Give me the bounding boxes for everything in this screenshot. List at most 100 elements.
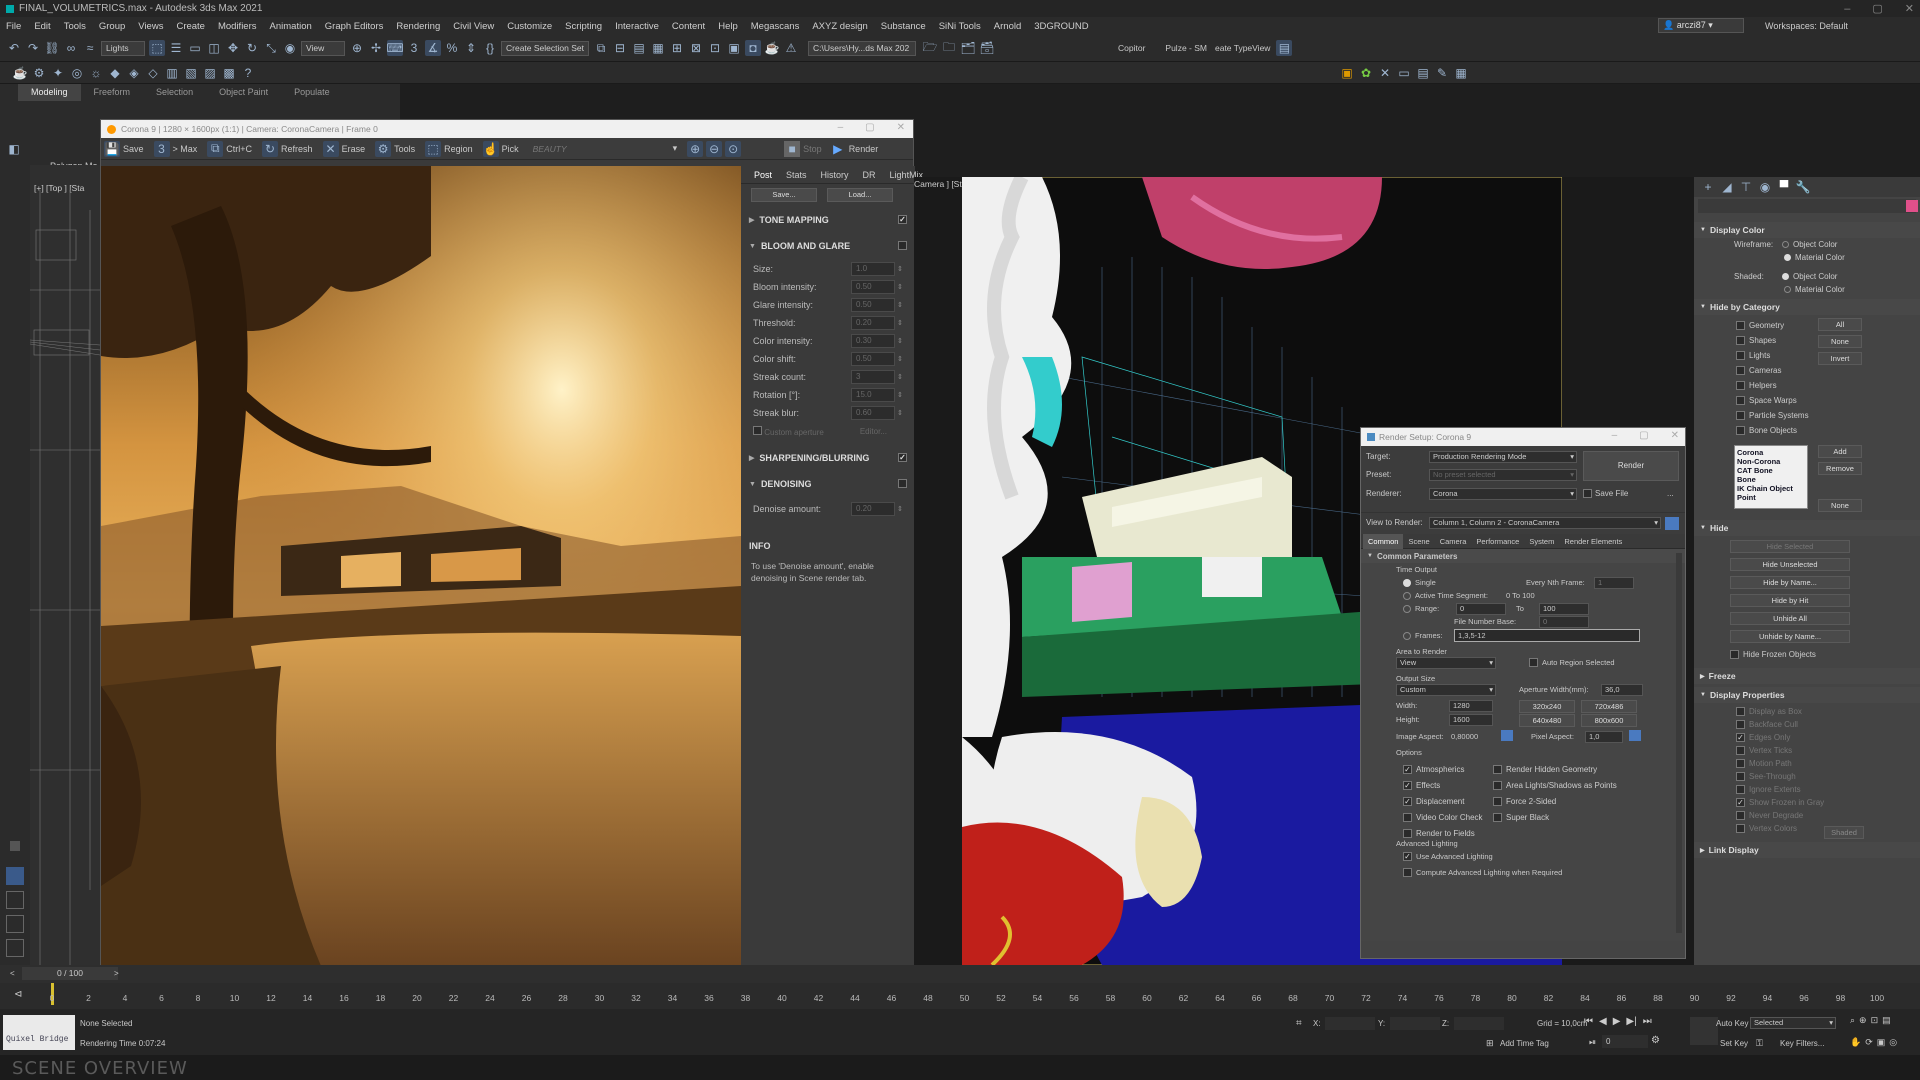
window-crossing-icon[interactable]: ◫: [206, 40, 222, 56]
compute-advanced-lighting-checkbox[interactable]: Compute Advanced Lighting when Required: [1403, 868, 1562, 877]
track-bar[interactable]: ⊲ 0 2 4 6 8 10 12 14 16 18 20 22 24 26 28 30 32 34 36 38 40 4…: [0, 983, 1920, 1009]
rollout-hide-by-category[interactable]: ▼ Hide by Category: [1694, 299, 1920, 315]
vfb-maximize-icon[interactable]: ▢: [865, 122, 874, 133]
height-spinner[interactable]: 1600: [1449, 714, 1493, 726]
category-invert-button[interactable]: Invert: [1818, 352, 1862, 365]
key-icon[interactable]: ⚿: [1756, 1038, 1763, 1049]
vertex-colors-shaded-button[interactable]: Shaded: [1824, 826, 1864, 839]
spinner-arrows-icon[interactable]: ⇕: [897, 319, 903, 327]
vfb-tab-post[interactable]: Post: [747, 170, 779, 180]
option-atmospherics-checkbox[interactable]: ✓ Atmospherics: [1403, 761, 1483, 777]
rs-tab-performance[interactable]: Performance: [1471, 534, 1524, 549]
vfb-stop-button[interactable]: Stop: [803, 144, 822, 154]
material-lib-icon[interactable]: ▨: [202, 65, 218, 81]
option-effects-checkbox[interactable]: ✓ Effects: [1403, 777, 1483, 793]
hide-button[interactable]: Hide Selected: [1730, 540, 1850, 553]
curve-editor-icon[interactable]: ⊞: [669, 40, 685, 56]
bloom-param-spinner[interactable]: 1.0: [851, 262, 895, 276]
frames-radio[interactable]: Frames:: [1403, 631, 1443, 640]
ribbon-tab-selection[interactable]: Selection: [143, 84, 206, 101]
key-selection-dropdown[interactable]: Selected ▾: [1750, 1017, 1836, 1029]
list-item[interactable]: Point: [1737, 493, 1805, 502]
every-nth-spinner[interactable]: 1: [1594, 577, 1634, 589]
spinner-snap-icon[interactable]: ⇕: [463, 40, 479, 56]
walkthrough-icon[interactable]: ◎: [1889, 1037, 1897, 1048]
lock-pixel-icon[interactable]: [1629, 730, 1641, 741]
place-icon[interactable]: ◉: [282, 40, 298, 56]
wrench-icon[interactable]: ⚙: [31, 65, 47, 81]
time-config-icon[interactable]: ⚙: [1651, 1035, 1660, 1046]
category-lights-checkbox[interactable]: Lights: [1736, 349, 1770, 362]
bloom-param-spinner[interactable]: 15.0: [851, 388, 895, 402]
add-time-tag-button[interactable]: Add Time Tag: [1500, 1039, 1549, 1048]
menu-3dground[interactable]: 3DGROUND: [1034, 21, 1088, 32]
material-editor-icon[interactable]: ⊡: [707, 40, 723, 56]
top-viewport[interactable]: [+] [Top ] [Sta: [30, 165, 100, 985]
common-parameters-rollout[interactable]: ▼ Common Parameters: [1361, 549, 1685, 563]
sharpening-checkbox[interactable]: ✓: [898, 453, 907, 462]
menu-arnold[interactable]: Arnold: [994, 21, 1021, 32]
renderer-dropdown[interactable]: Corona ▾: [1429, 488, 1577, 500]
align-icon[interactable]: ⊟: [612, 40, 628, 56]
tone-mapping-checkbox[interactable]: ✓: [898, 215, 907, 224]
hide-button[interactable]: Hide by Hit: [1730, 594, 1850, 607]
time-slider-left-arrow[interactable]: <: [10, 969, 15, 978]
vfb-tab-history[interactable]: History: [814, 170, 856, 180]
image-aspect-value[interactable]: 0,80000: [1451, 732, 1478, 741]
vfb-erase-button[interactable]: Erase: [342, 144, 366, 154]
render-icon[interactable]: ⚠: [783, 40, 799, 56]
option-render-hidden-geometry-checkbox[interactable]: Render Hidden Geometry: [1493, 761, 1617, 777]
vfb-max-button[interactable]: > Max: [173, 144, 198, 154]
lock-icon[interactable]: [1665, 517, 1679, 530]
next-frame-icon[interactable]: ▶|: [1626, 1016, 1636, 1027]
menu-views[interactable]: Views: [138, 21, 163, 32]
goto-start-icon[interactable]: ⏮: [1584, 1016, 1593, 1027]
lister-icon[interactable]: ▧: [183, 65, 199, 81]
rs-maximize-icon[interactable]: ▢: [1639, 430, 1648, 441]
menu-megascans[interactable]: Megascans: [751, 21, 800, 32]
menu-customize[interactable]: Customize: [507, 21, 552, 32]
bloom-param-spinner[interactable]: 3: [851, 370, 895, 384]
rollout-link-display[interactable]: ▶ Link Display: [1694, 842, 1920, 858]
camera-create-icon[interactable]: ◎: [69, 65, 85, 81]
plugin-f-icon[interactable]: ✎: [1434, 65, 1450, 81]
selection-filter-dropdown[interactable]: Lights: [101, 40, 145, 56]
edit-named-selection-icon[interactable]: {}: [482, 40, 498, 56]
maximize-viewport-icon[interactable]: ▣: [1877, 1037, 1886, 1048]
vfb-tools-icon[interactable]: ⚙: [375, 140, 392, 157]
menu-interactive[interactable]: Interactive: [615, 21, 659, 32]
menu-create[interactable]: Create: [176, 21, 205, 32]
rollout-hide[interactable]: ▼ Hide: [1694, 520, 1920, 536]
vfb-pick-icon[interactable]: ☝: [482, 140, 499, 157]
list-add-button[interactable]: Add: [1818, 445, 1862, 458]
percent-snap-icon[interactable]: %: [444, 40, 460, 56]
plugin-e-icon[interactable]: ▤: [1415, 65, 1431, 81]
ribbon-tab-populate[interactable]: Populate: [281, 84, 343, 101]
bloom-param-spinner[interactable]: 0.60: [851, 406, 895, 420]
zoom-fit-icon[interactable]: ⊙: [725, 140, 742, 157]
sun-icon[interactable]: ☼: [88, 65, 104, 81]
scene-explorer-icon[interactable]: ▦: [650, 40, 666, 56]
vfb-save-preset-button[interactable]: Save...: [751, 188, 817, 202]
list-remove-button[interactable]: Remove: [1818, 462, 1862, 475]
spinner-arrows-icon[interactable]: ⇕: [897, 283, 903, 291]
category-cameras-checkbox[interactable]: Cameras: [1736, 364, 1781, 377]
link-icon[interactable]: ⛓: [44, 40, 60, 56]
prop-edges-only-checkbox[interactable]: ✓ Edges Only: [1736, 731, 1920, 744]
rect-selection-icon[interactable]: ▭: [187, 40, 203, 56]
viewport-layout-icon[interactable]: ◧: [6, 141, 22, 157]
layout-triple-icon[interactable]: [6, 939, 24, 957]
bloom-param-spinner[interactable]: 0.20: [851, 316, 895, 330]
menu-animation[interactable]: Animation: [270, 21, 312, 32]
save-file-browse-button[interactable]: ...: [1667, 489, 1674, 498]
list-item[interactable]: IK Chain Object: [1737, 484, 1805, 493]
zoom-all-icon[interactable]: ⊕: [1859, 1015, 1867, 1026]
select-by-name-icon[interactable]: ☰: [168, 40, 184, 56]
view-to-render-dropdown[interactable]: Column 1, Column 2 - CoronaCamera ▾: [1429, 517, 1661, 529]
proxy-icon[interactable]: ◆: [107, 65, 123, 81]
prop-ignore-extents-checkbox[interactable]: Ignore Extents: [1736, 783, 1920, 796]
denoising-checkbox[interactable]: [898, 479, 907, 488]
converter-icon[interactable]: ▥: [164, 65, 180, 81]
workspaces-dropdown[interactable]: Workspaces: Default: [1765, 21, 1848, 31]
option-displacement-checkbox[interactable]: ✓ Displacement: [1403, 793, 1483, 809]
